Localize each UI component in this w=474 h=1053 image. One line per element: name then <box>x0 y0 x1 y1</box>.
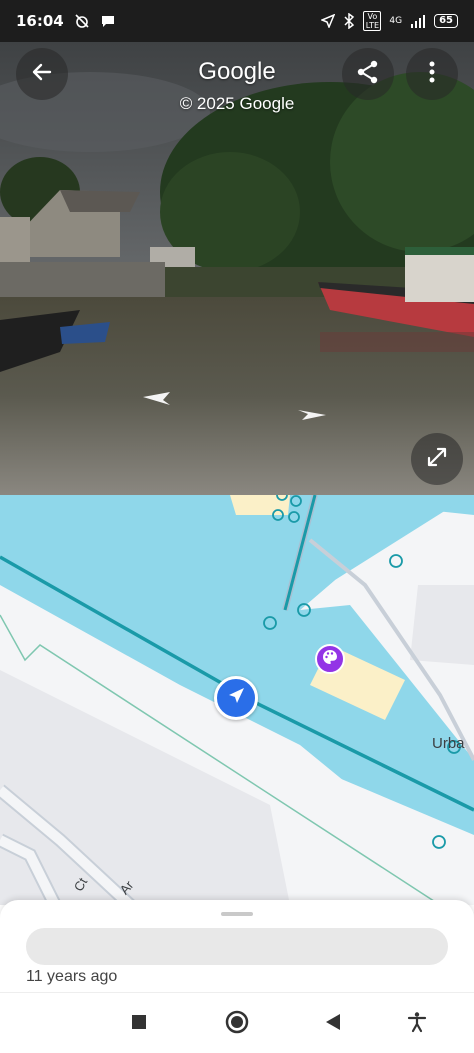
alarm-off-icon <box>74 13 90 29</box>
volte-badge: Vo LTE <box>363 11 382 31</box>
status-time: 16:04 <box>16 12 64 30</box>
map-view[interactable]: Urba Ct Ar <box>0 495 474 905</box>
poi-marker[interactable] <box>315 644 345 674</box>
battery-icon: 65 <box>434 14 458 28</box>
capture-date: 11 years ago <box>26 968 118 985</box>
street-view-panel[interactable]: Google © 2025 Google <box>0 42 474 495</box>
home-button[interactable] <box>222 1009 252 1039</box>
drag-handle[interactable] <box>221 912 253 916</box>
map-place-label: Urba <box>432 735 465 752</box>
home-icon <box>224 1009 250 1040</box>
recent-apps-button[interactable] <box>124 1009 154 1039</box>
system-nav-bar <box>0 992 474 1053</box>
back-icon <box>325 1013 341 1036</box>
accessibility-button[interactable] <box>402 1009 432 1039</box>
current-position-marker[interactable] <box>214 676 258 720</box>
back-nav-button[interactable] <box>318 1009 348 1039</box>
chat-bubble-icon <box>100 13 116 29</box>
navigation-arrow-icon <box>226 686 246 711</box>
location-icon <box>321 14 336 28</box>
fullscreen-icon <box>425 445 449 474</box>
signal-icon <box>410 14 426 28</box>
palette-icon <box>322 649 338 670</box>
street-view-title: Google <box>198 58 276 85</box>
more-vert-icon <box>429 61 435 88</box>
share-button[interactable] <box>342 48 394 100</box>
network-type: 4G <box>389 16 403 26</box>
accessibility-icon <box>406 1011 428 1038</box>
bluetooth-icon <box>343 13 355 29</box>
location-title-placeholder <box>26 928 448 965</box>
recent-apps-icon <box>131 1014 147 1035</box>
bottom-sheet[interactable]: 11 years ago <box>0 900 474 992</box>
status-bar: 16:04 Vo LTE 4G 65 <box>0 0 474 42</box>
share-icon <box>355 59 381 90</box>
more-options-button[interactable] <box>406 48 458 100</box>
fullscreen-button[interactable] <box>411 433 463 485</box>
copyright-text: © 2025 Google <box>179 94 295 113</box>
